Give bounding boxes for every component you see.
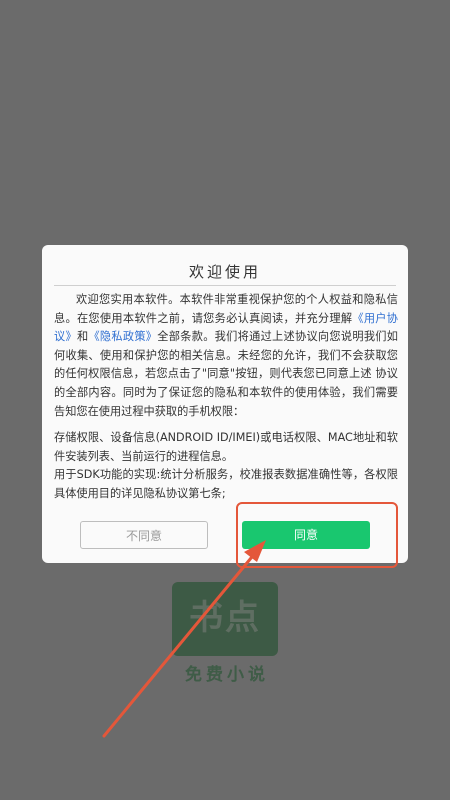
annotation-arrow bbox=[102, 540, 266, 738]
